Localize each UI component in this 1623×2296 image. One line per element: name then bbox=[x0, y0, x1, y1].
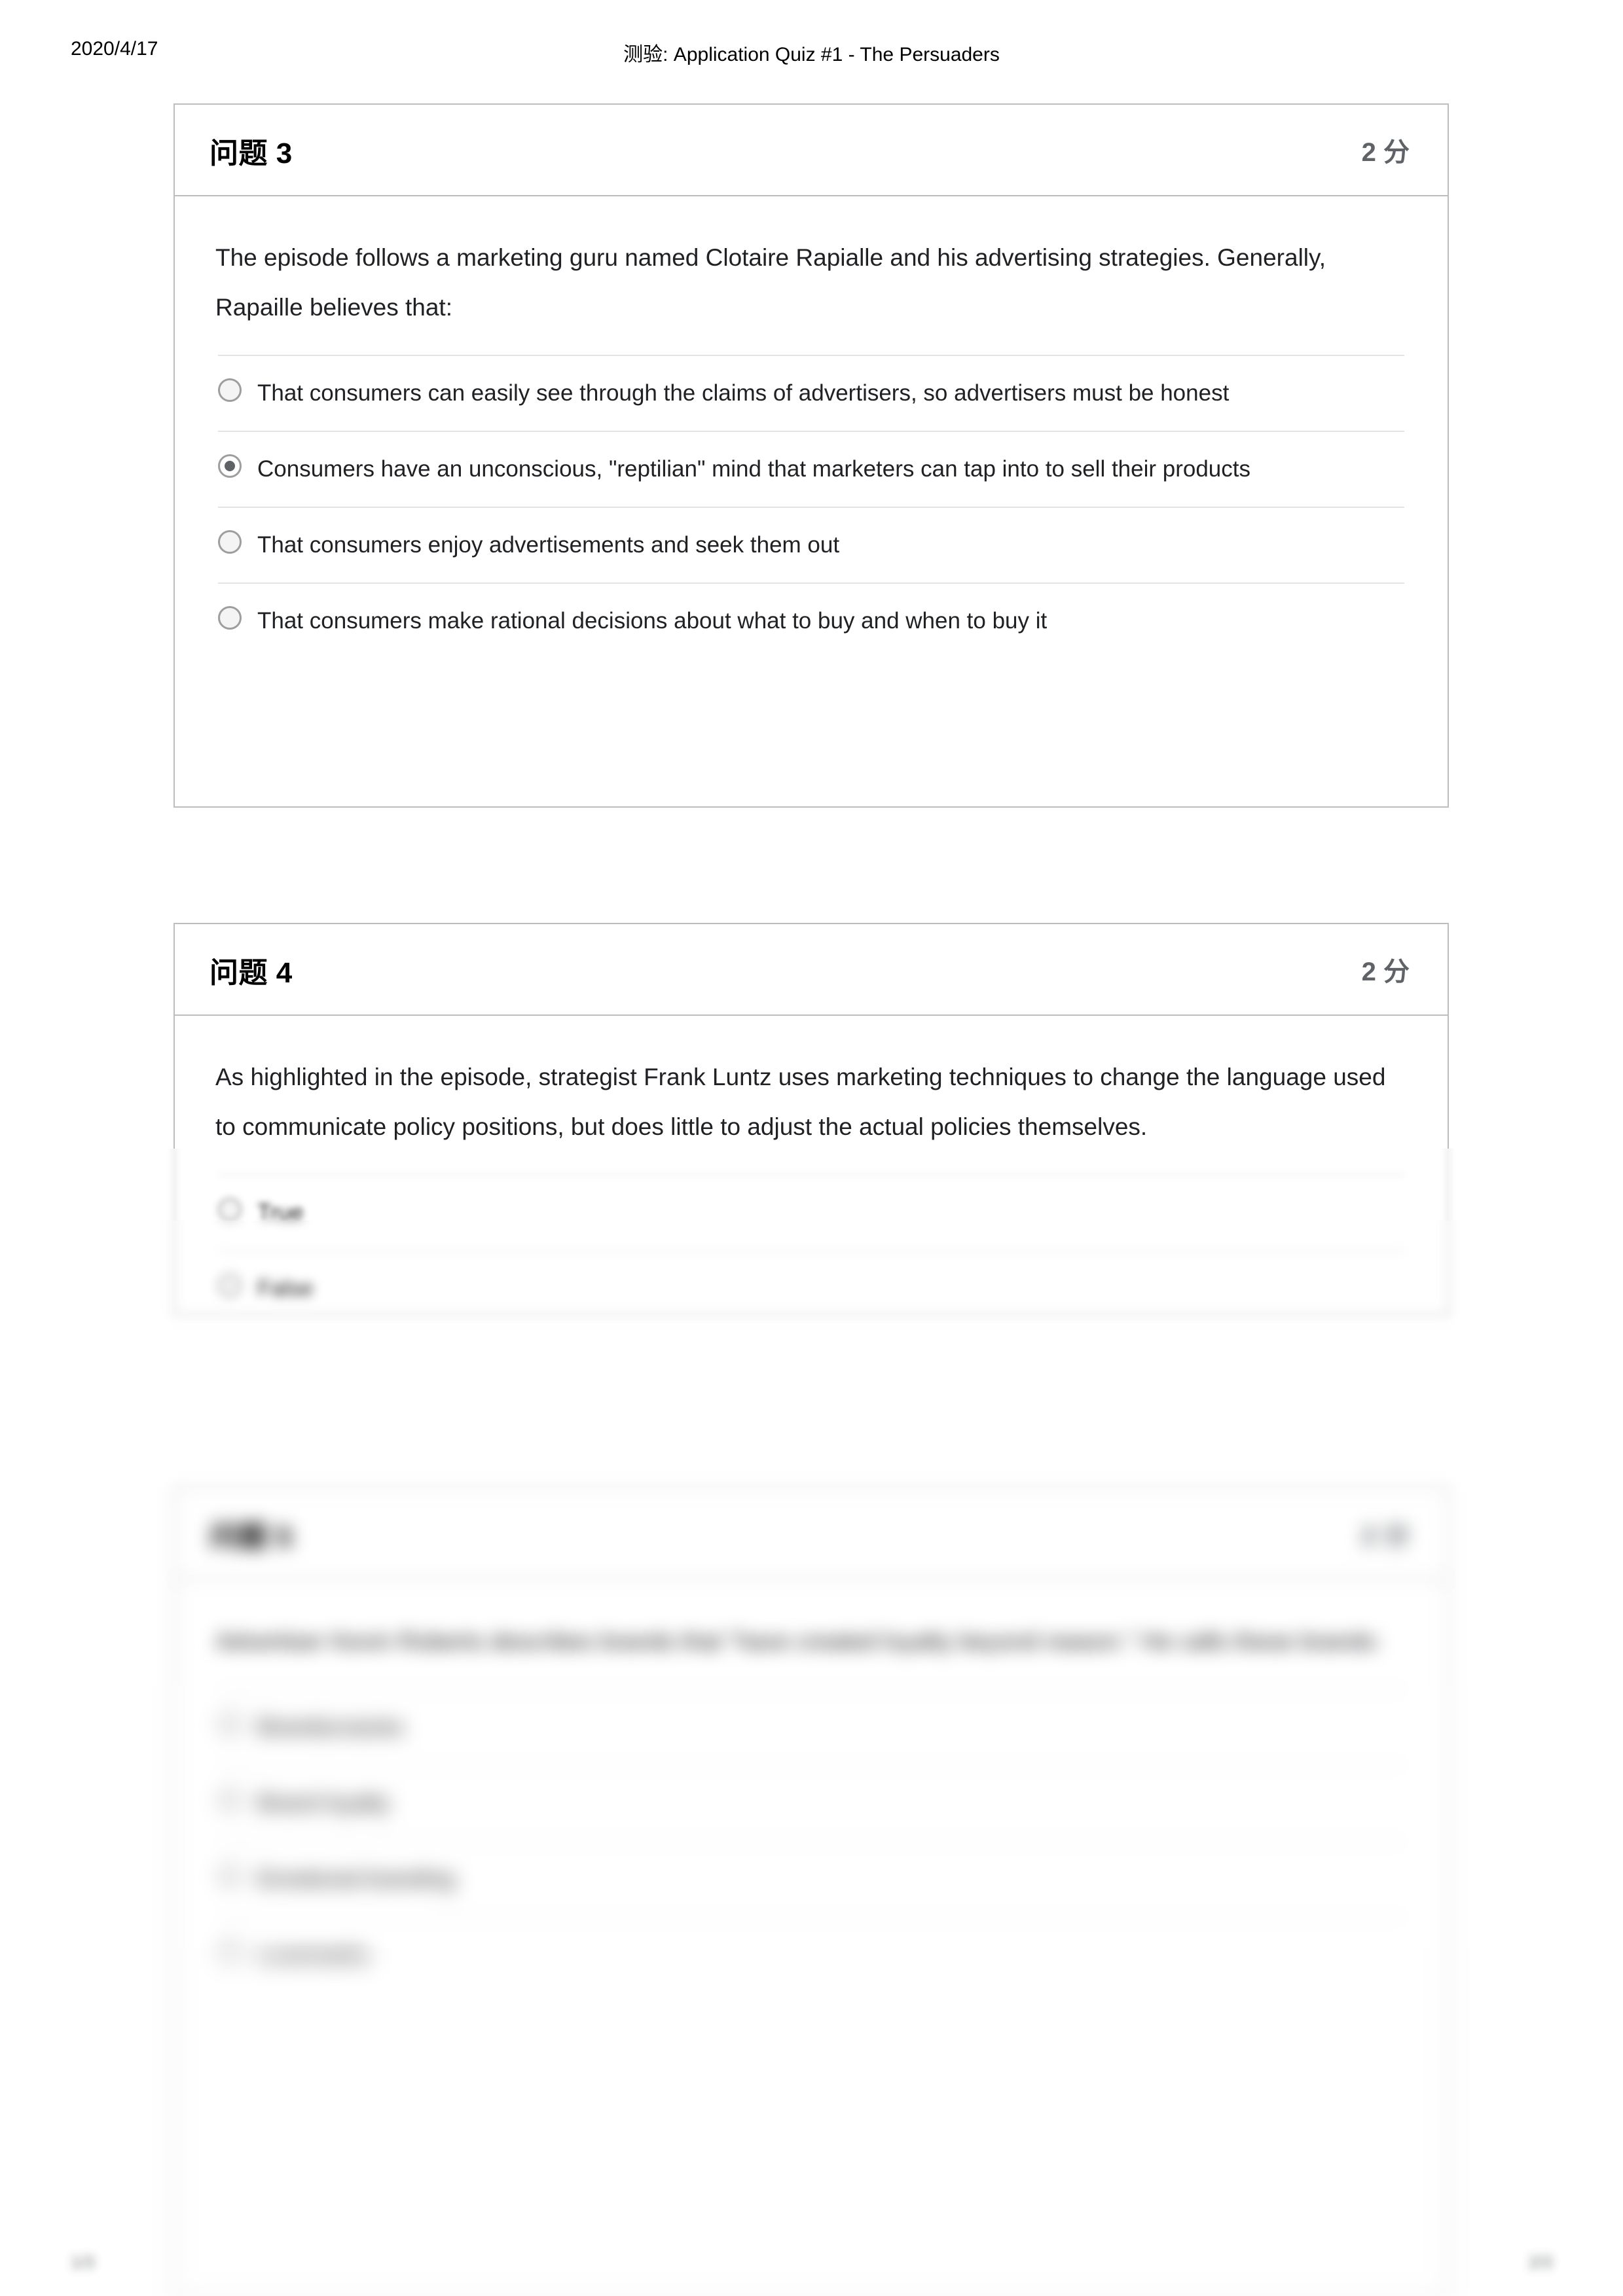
radio-button-icon[interactable] bbox=[218, 1940, 242, 1947]
answer-option[interactable]: False bbox=[218, 1325, 1404, 1326]
answer-option[interactable]: That consumers make rational decisions a… bbox=[218, 583, 1404, 658]
answer-option[interactable]: Consumers have an unconscious, "reptilia… bbox=[218, 431, 1404, 507]
question-header: 问题 4 2 分 bbox=[175, 924, 1448, 1016]
answer-options: Brandocracies Brand loyalty Emotional br… bbox=[175, 1689, 1448, 1947]
answer-option[interactable]: Emotional branding bbox=[218, 1840, 1404, 1916]
answer-options: True False bbox=[175, 1221, 1448, 1325]
question-text: As highlighted in the episode, strategis… bbox=[215, 1064, 1386, 1140]
question-body: As highlighted in the episode, strategis… bbox=[175, 1016, 1448, 1149]
blur-region-2: 2020/4/17 测验: Application Quiz #1 - The … bbox=[0, 1221, 1623, 1325]
answer-option-label: Lovemarks bbox=[257, 1935, 369, 1947]
blur-region-3: 2020/4/17 测验: Application Quiz #1 - The … bbox=[0, 1325, 1623, 1489]
blur-region-5: 2020/4/17 测验: Application Quiz #1 - The … bbox=[0, 1685, 1623, 1947]
answer-option[interactable]: Lovemarks bbox=[218, 1916, 1404, 1947]
answer-option[interactable]: Brandocracies bbox=[218, 1689, 1404, 1765]
radio-button-selected-icon[interactable] bbox=[218, 454, 242, 478]
question-card-4: 问题 4 2 分 As highlighted in the episode, … bbox=[173, 1221, 1449, 1316]
blur-region-1: 2020/4/17 测验: Application Quiz #1 - The … bbox=[0, 1149, 1623, 1221]
radio-button-icon[interactable] bbox=[218, 530, 242, 554]
question-label: 问题 3 bbox=[210, 137, 293, 170]
radio-button-icon[interactable] bbox=[218, 1198, 242, 1221]
question-card-5: 问题 5 2 分 Advertiser Kevin Roberts descri… bbox=[173, 1685, 1449, 1947]
question-card-4: 问题 4 2 分 As highlighted in the episode, … bbox=[173, 1149, 1449, 1221]
question-text: As highlighted in the episode, strategis… bbox=[175, 1149, 1448, 1152]
question-body: Advertiser Kevin Roberts describes brand… bbox=[175, 1580, 1448, 1685]
answer-option-label: That consumers make rational decisions a… bbox=[257, 608, 1048, 634]
question-label: 问题 5 bbox=[210, 1521, 293, 1553]
radio-button-icon[interactable] bbox=[218, 1947, 242, 1964]
answer-option[interactable]: That consumers can easily see through th… bbox=[218, 355, 1404, 431]
question-card-5: 问题 5 2 分 Advertiser Kevin Roberts descri… bbox=[173, 1489, 1449, 1685]
answer-option-label: That consumers can easily see through th… bbox=[257, 380, 1230, 406]
answer-option-label: That consumers enjoy advertisements and … bbox=[257, 532, 840, 558]
answer-options: True False bbox=[175, 1174, 1448, 1221]
question-points: 2 分 bbox=[1361, 958, 1410, 986]
question-text: Advertiser Kevin Roberts describes brand… bbox=[215, 1628, 1381, 1655]
answer-option-label: True bbox=[257, 1200, 304, 1221]
answer-option-label: Brand loyalty bbox=[257, 1790, 390, 1816]
question-body: As highlighted in the episode, strategis… bbox=[175, 1221, 1448, 1325]
radio-button-icon[interactable] bbox=[218, 1788, 242, 1812]
blur-region-4: 2020/4/17 测验: Application Quiz #1 - The … bbox=[0, 1489, 1623, 1685]
question-label: 问题 4 bbox=[210, 957, 293, 989]
question-text: The episode follows a marketing guru nam… bbox=[215, 244, 1326, 321]
answer-option[interactable]: That consumers enjoy advertisements and … bbox=[218, 507, 1404, 583]
question-card-5: 问题 5 2 分 Advertiser Kevin Roberts descri… bbox=[173, 1947, 1449, 2296]
answer-option[interactable]: False bbox=[218, 1250, 1404, 1325]
answer-option[interactable]: Brand loyalty bbox=[218, 1765, 1404, 1840]
answer-option-label: True bbox=[257, 1221, 304, 1233]
answer-option-label: Lovemarks bbox=[257, 1947, 370, 1967]
question-body: As highlighted in the episode, strategis… bbox=[175, 1149, 1448, 1221]
blur-region-6: 2020/4/17 测验: Application Quiz #1 - The … bbox=[0, 1947, 1623, 2296]
question-body: Advertiser Kevin Roberts describes brand… bbox=[175, 1685, 1448, 1947]
answer-option[interactable]: True bbox=[218, 1174, 1404, 1221]
answer-option[interactable]: True bbox=[218, 1221, 1404, 1250]
question-header: 问题 5 2 分 bbox=[175, 1489, 1448, 1580]
answer-options: That consumers can easily see through th… bbox=[175, 355, 1448, 658]
question-points: 2 分 bbox=[1361, 138, 1410, 167]
radio-button-icon[interactable] bbox=[218, 606, 242, 630]
question-body: Advertiser Kevin Roberts describes brand… bbox=[175, 1947, 1448, 1992]
answer-option-label: Consumers have an unconscious, "reptilia… bbox=[257, 456, 1250, 482]
footer-page-right: 2/3 bbox=[1528, 2252, 1552, 2272]
answer-option-label: False bbox=[257, 1276, 314, 1301]
question-card-3: 问题 3 2 分 The episode follows a marketing… bbox=[173, 103, 1449, 808]
answer-options: Brandocracies Brand loyalty Emotional br… bbox=[175, 1947, 1448, 1992]
footer-page-left: 1/3 bbox=[71, 2252, 95, 2272]
radio-button-icon[interactable] bbox=[218, 1864, 242, 1888]
radio-button-icon[interactable] bbox=[218, 1712, 242, 1736]
sharp-region: 2020/4/17 测验: Application Quiz #1 - The … bbox=[0, 0, 1623, 1149]
answer-option-label: Brandocracies bbox=[257, 1714, 404, 1740]
radio-button-icon[interactable] bbox=[218, 378, 242, 402]
question-body: As highlighted in the episode, strategis… bbox=[175, 1325, 1448, 1326]
answer-option-label: Emotional branding bbox=[257, 1866, 455, 1892]
question-points: 2 分 bbox=[1361, 1522, 1410, 1551]
answer-option[interactable]: Lovemarks bbox=[218, 1947, 1404, 1992]
question-header: 问题 3 2 分 bbox=[175, 105, 1448, 196]
answer-options: True False bbox=[175, 1325, 1448, 1326]
question-card-4: 问题 4 2 分 As highlighted in the episode, … bbox=[173, 923, 1449, 1149]
radio-button-icon[interactable] bbox=[218, 1274, 242, 1297]
page-header: 2020/4/17 测验: Application Quiz #1 - The … bbox=[0, 38, 1623, 68]
question-body: The episode follows a marketing guru nam… bbox=[175, 196, 1448, 658]
header-title: 测验: Application Quiz #1 - The Persuaders bbox=[623, 44, 1000, 65]
